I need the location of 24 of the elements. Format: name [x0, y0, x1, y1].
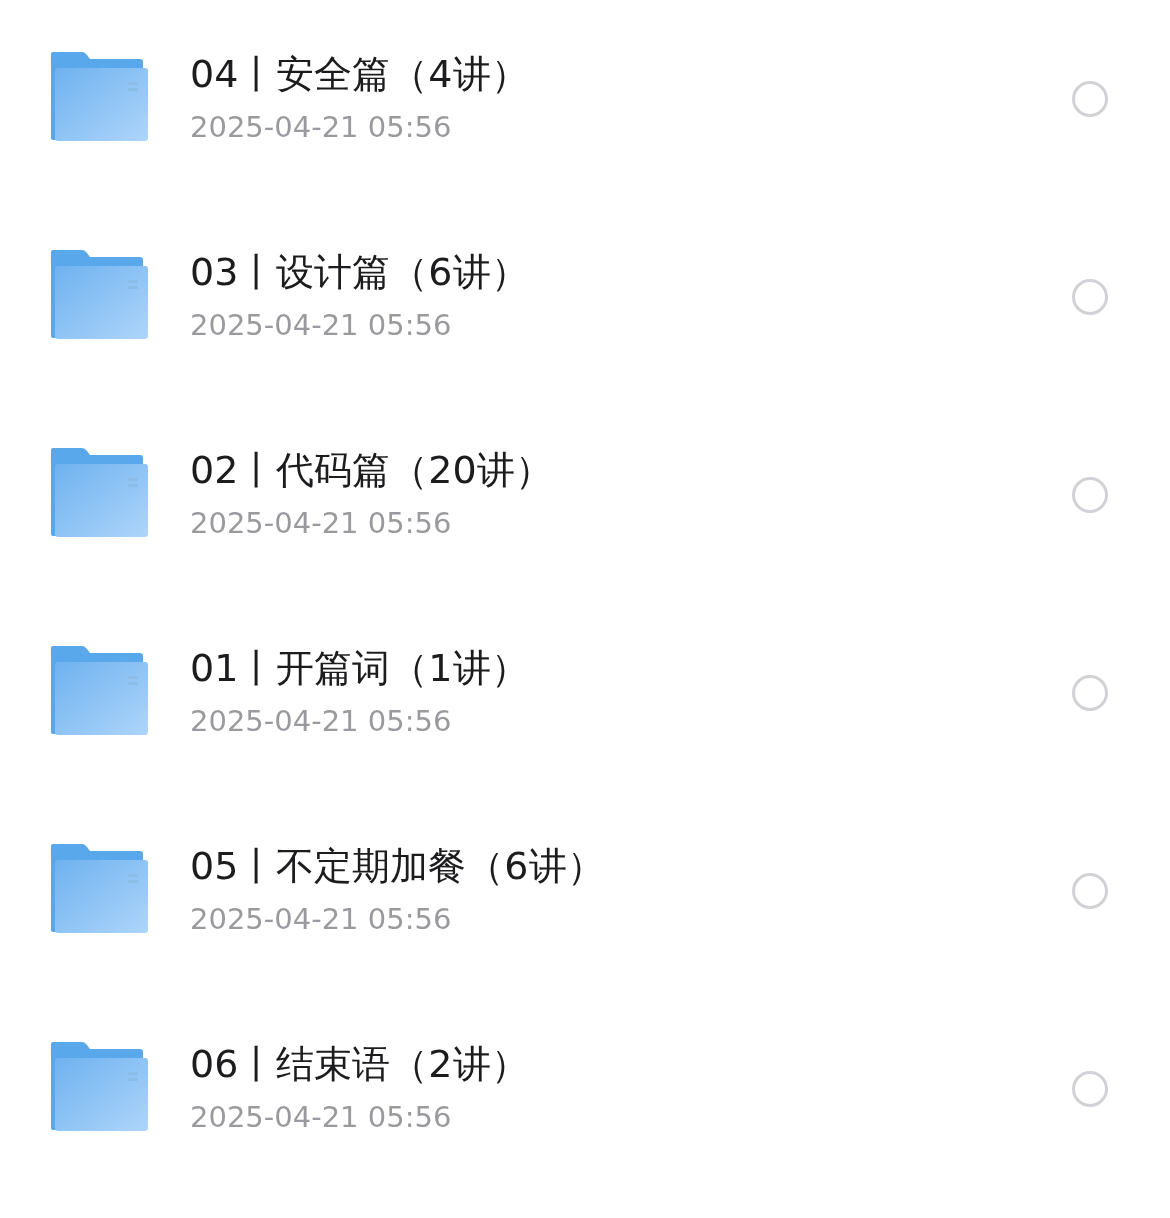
folder-icon — [50, 50, 148, 142]
select-radio[interactable] — [1072, 477, 1108, 513]
folder-date: 2025-04-21 05:56 — [190, 505, 453, 540]
folder-title: 01丨开篇词（1讲） — [190, 644, 530, 692]
folder-date: 2025-04-21 05:56 — [190, 703, 453, 738]
select-radio[interactable] — [1072, 81, 1108, 117]
folder-icon — [50, 248, 148, 340]
folder-date: 2025-04-21 05:56 — [190, 901, 453, 936]
folder-date: 2025-04-21 05:56 — [190, 109, 453, 144]
folder-title: 05丨不定期加餐（6讲） — [190, 842, 606, 890]
folder-title: 04丨安全篇（4讲） — [190, 50, 530, 98]
select-radio[interactable] — [1072, 873, 1108, 909]
select-radio[interactable] — [1072, 279, 1108, 315]
folder-icon — [50, 842, 148, 934]
folder-title: 02丨代码篇（20讲） — [190, 446, 554, 494]
folder-title: 06丨结束语（2讲） — [190, 1040, 530, 1088]
folder-icon — [50, 1040, 148, 1132]
select-radio[interactable] — [1072, 1071, 1108, 1107]
folder-date: 2025-04-21 05:56 — [190, 307, 453, 342]
folder-date: 2025-04-21 05:56 — [190, 1099, 453, 1134]
folder-icon — [50, 446, 148, 538]
folder-icon — [50, 644, 148, 736]
folder-title: 03丨设计篇（6讲） — [190, 248, 530, 296]
select-radio[interactable] — [1072, 675, 1108, 711]
